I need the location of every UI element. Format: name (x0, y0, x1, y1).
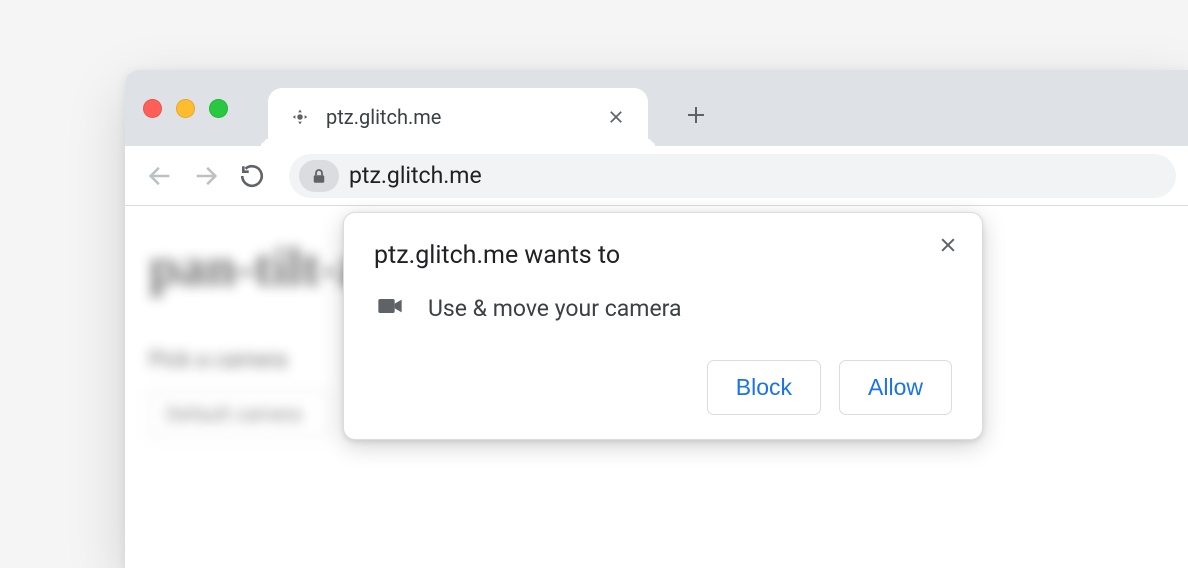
window-minimize-button[interactable] (176, 99, 195, 118)
window-controls (143, 99, 228, 118)
prompt-title: ptz.glitch.me wants to (374, 241, 952, 270)
reload-button[interactable] (229, 153, 275, 199)
close-prompt-button[interactable] (934, 231, 962, 259)
camera-select[interactable]: Default camera (149, 391, 329, 437)
allow-button[interactable]: Allow (839, 360, 952, 415)
toolbar: ptz.glitch.me (125, 146, 1188, 206)
permission-text: Use & move your camera (428, 295, 682, 322)
close-icon (938, 235, 958, 255)
move-icon (288, 105, 312, 129)
window-close-button[interactable] (143, 99, 162, 118)
new-tab-button[interactable] (676, 95, 716, 135)
prompt-buttons: Block Allow (374, 360, 952, 415)
permission-item: Use & move your camera (374, 292, 952, 324)
page-content: pan-tilt-zoom Pick a camera Default came… (125, 206, 1188, 568)
site-info-button[interactable] (299, 160, 339, 192)
tab-title: ptz.glitch.me (326, 105, 604, 129)
camera-icon (376, 292, 404, 324)
window-maximize-button[interactable] (209, 99, 228, 118)
browser-tab[interactable]: ptz.glitch.me (268, 88, 648, 146)
forward-button[interactable] (183, 153, 229, 199)
url-text: ptz.glitch.me (349, 162, 482, 189)
permission-prompt: ptz.glitch.me wants to Use & move your c… (343, 212, 983, 440)
back-button[interactable] (137, 153, 183, 199)
close-tab-button[interactable] (604, 105, 628, 129)
tab-strip: ptz.glitch.me (125, 70, 1188, 146)
browser-window: ptz.glitch.me (125, 70, 1188, 568)
address-bar[interactable]: ptz.glitch.me (289, 154, 1176, 198)
lock-icon (310, 167, 328, 185)
block-button[interactable]: Block (707, 360, 821, 415)
